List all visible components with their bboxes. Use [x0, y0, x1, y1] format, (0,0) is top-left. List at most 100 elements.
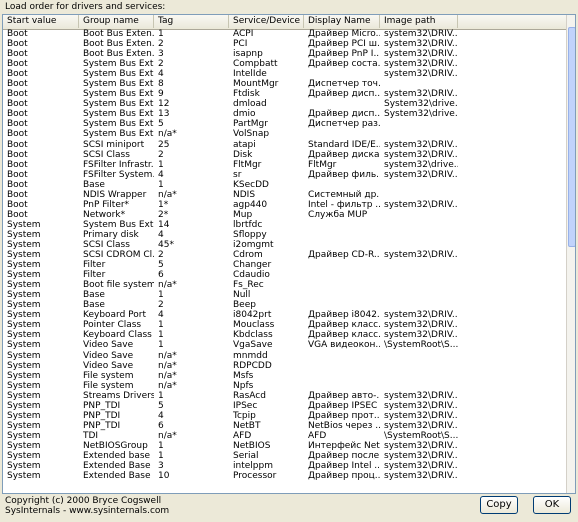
table-cell: system32\DRIV...: [384, 440, 458, 451]
table-cell: Драйвер класс...: [308, 330, 380, 341]
table-cell: intelppm: [233, 461, 273, 472]
table-cell: n/a*: [158, 189, 177, 200]
table-cell: IPSec: [233, 400, 258, 411]
column-header-display-name[interactable]: Display Name: [304, 15, 380, 28]
table-row[interactable]: System Filter 5 Changer: [3, 260, 567, 270]
table-row[interactable]: Boot SCSI miniport 25 atapi Standard IDE/E..…: [3, 140, 567, 150]
table-row[interactable]: Boot Boot Bus Exten... 1 ACPI Драйвер Micro.…: [3, 29, 567, 39]
table-row[interactable]: Boot System Bus Ext... n/a* VolSnap: [3, 129, 567, 139]
table-cell: Boot: [7, 89, 28, 100]
table-row[interactable]: System Base 2 Beep: [3, 300, 567, 310]
table-cell: FSFilter System...: [83, 169, 154, 180]
table-cell: Base: [83, 290, 105, 301]
table-row[interactable]: System Base 1 Null: [3, 290, 567, 300]
table-row[interactable]: Boot System Bus Ext... 12 dmload System32\dr…: [3, 99, 567, 109]
table-cell: Boot: [7, 79, 28, 90]
table-cell: Keyboard Class: [83, 330, 152, 341]
copy-button[interactable]: Copy: [480, 496, 518, 514]
table-row[interactable]: Boot System Bus Ext... 5 PartMgr Диспетчер р…: [3, 119, 567, 129]
table-cell: System Bus Ext...: [83, 99, 154, 110]
column-header-tag[interactable]: Tag: [154, 15, 229, 28]
table-row[interactable]: System Pointer Class 1 Mouclass Драйвер клас…: [3, 320, 567, 330]
table-cell: \SystemRoot\S...: [384, 430, 458, 441]
table-cell: VolSnap: [233, 129, 270, 140]
table-cell: Драйвер проц...: [308, 471, 380, 482]
table-cell: Драйвер после...: [308, 450, 380, 461]
table-row[interactable]: Boot SCSI Class 2 Disk Драйвер диска system32…: [3, 150, 567, 160]
table-cell: [380, 260, 458, 270]
table-cell: [304, 361, 380, 371]
table-row[interactable]: System System Bus Ext... 14 lbrtfdc: [3, 220, 567, 230]
table-cell: Base: [83, 300, 105, 311]
table-row[interactable]: System Streams Drivers 1 RasAcd Драйвер авто…: [3, 391, 567, 401]
table-row[interactable]: Boot NDIS Wrapper n/a* NDIS Системный др...: [3, 190, 567, 200]
table-row[interactable]: Boot System Bus Ext... 2 Compbatt Драйвер со…: [3, 59, 567, 69]
table-cell: System: [7, 410, 41, 421]
table-cell: [304, 99, 380, 109]
table-cell: System32\drive...: [384, 109, 458, 120]
table-row[interactable]: System Extended Base 3 intelppm Драйвер Inte…: [3, 461, 567, 471]
table-cell: Драйвер CD-R...: [308, 250, 380, 261]
table-cell: Intel - фильтр ...: [308, 199, 380, 210]
table-cell: system32\DRIV...: [384, 400, 458, 411]
table-cell: [304, 290, 380, 300]
table-cell: [304, 69, 380, 79]
table-cell: system32\DRIV...: [384, 139, 458, 150]
table-row[interactable]: System Boot file system n/a* Fs_Rec: [3, 280, 567, 290]
table-row[interactable]: Boot Boot Bus Exten... 2 PCI Драйвер PCI ш..…: [3, 39, 567, 49]
table-cell: 2*: [158, 209, 169, 220]
table-row[interactable]: System Keyboard Port 4 i8042prt Драйвер i804…: [3, 310, 567, 320]
table-row[interactable]: Boot Network* 2* Mup Служба MUP: [3, 210, 567, 220]
table-row[interactable]: Boot Base 1 KSecDD: [3, 180, 567, 190]
ok-button[interactable]: OK: [533, 496, 571, 514]
table-cell: TDI: [83, 430, 99, 441]
table-row[interactable]: System Video Save 1 VgaSave VGA видеокон... \…: [3, 340, 567, 350]
table-row[interactable]: Boot PnP Filter* 1* agp440 Intel - фильтр ..…: [3, 200, 567, 210]
table-row[interactable]: Boot FSFilter Infrastr... 1 FltMgr FltMgr sys…: [3, 160, 567, 170]
table-cell: [380, 270, 458, 280]
table-cell: [304, 280, 380, 290]
table-cell: VgaSave: [233, 340, 273, 351]
table-row[interactable]: System SCSI Class 45* i2omgmt: [3, 240, 567, 250]
table-row[interactable]: System PNP_TDI 5 IPSec Драйвер IPSEC system32…: [3, 401, 567, 411]
vertical-scrollbar[interactable]: [566, 15, 575, 493]
table-row[interactable]: Boot System Bus Ext... 4 IntelIde system32\D…: [3, 69, 567, 79]
table-row[interactable]: System SCSI CDROM Cl... 2 Cdrom Драйвер CD-R…: [3, 250, 567, 260]
table-row[interactable]: Boot FSFilter System... 4 sr Драйвер филь...…: [3, 170, 567, 180]
table-row[interactable]: System Extended base 1 Serial Драйвер после.…: [3, 451, 567, 461]
table-cell: System: [7, 450, 41, 461]
table-cell: MountMgr: [233, 79, 279, 90]
table-cell: 2: [158, 250, 164, 261]
column-header-image-path[interactable]: Image path: [380, 15, 458, 28]
column-header-service-device[interactable]: Service/Device: [229, 15, 304, 28]
load-order-list[interactable]: Start value Group name Tag Service/Devic…: [2, 14, 576, 494]
table-row[interactable]: System File system n/a* Npfs: [3, 381, 567, 391]
table-row[interactable]: Boot Boot Bus Exten... 3 isapnp Драйвер PnP …: [3, 49, 567, 59]
table-cell: Compbatt: [233, 59, 278, 70]
table-row[interactable]: Boot System Bus Ext... 8 MountMgr Диспетчер …: [3, 79, 567, 89]
table-row[interactable]: System Video Save n/a* RDPCDD: [3, 361, 567, 371]
table-row[interactable]: System PNP_TDI 6 NetBT NetBios через ... syst…: [3, 421, 567, 431]
table-cell: Boot: [7, 59, 28, 70]
table-cell: FltMgr: [233, 159, 262, 170]
table-row[interactable]: System Filter 6 Cdaudio: [3, 270, 567, 280]
table-row[interactable]: System Extended Base 10 Processor Драйвер пр…: [3, 471, 567, 481]
table-row[interactable]: System File system n/a* Msfs: [3, 371, 567, 381]
table-row[interactable]: System PNP_TDI 4 Tcpip Драйвер прот... system…: [3, 411, 567, 421]
table-row[interactable]: System TDI n/a* AFD AFD \SystemRoot\S...: [3, 431, 567, 441]
table-cell: Extended Base: [83, 461, 151, 472]
table-row[interactable]: System NetBIOSGroup 1 NetBIOS Интерфейс Net.…: [3, 441, 567, 451]
table-row[interactable]: System Primary disk 4 Sfloppy: [3, 230, 567, 240]
table-cell: [380, 240, 458, 250]
table-cell: System: [7, 280, 41, 291]
table-cell: System: [7, 440, 41, 451]
scrollbar-thumb[interactable]: [568, 27, 575, 247]
table-cell: 4: [158, 229, 164, 240]
table-row[interactable]: System Keyboard Class 1 Kbdclass Драйвер кла…: [3, 330, 567, 340]
column-header-group-name[interactable]: Group name: [79, 15, 154, 28]
table-cell: Драйвер Intel ...: [308, 461, 380, 472]
table-row[interactable]: System Video Save n/a* mnmdd: [3, 351, 567, 361]
column-header-start-value[interactable]: Start value: [3, 15, 79, 28]
table-row[interactable]: Boot System Bus Ext... 9 Ftdisk Драйвер дисп…: [3, 89, 567, 99]
table-row[interactable]: Boot System Bus Ext... 13 dmio Драйвер дисп.…: [3, 109, 567, 119]
